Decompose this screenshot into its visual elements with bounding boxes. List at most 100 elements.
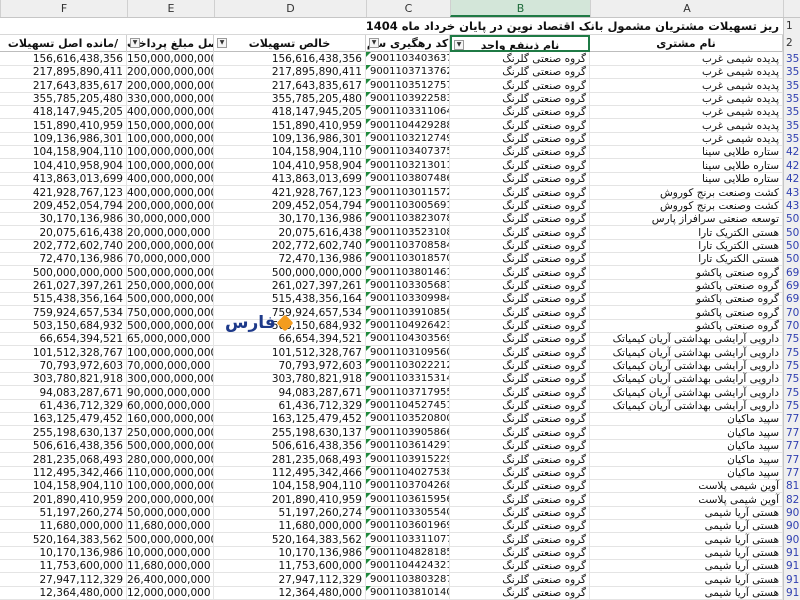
column-header-e[interactable]: E	[127, 0, 214, 17]
cell-beneficiary[interactable]: گروه صنعتی گلرنگ	[450, 346, 590, 360]
header-tracking-code[interactable]: کد رهگیری سم ▼	[366, 35, 450, 52]
row-number[interactable]: 1	[783, 18, 800, 35]
cell-beneficiary[interactable]: گروه صنعتی گلرنگ	[450, 359, 590, 373]
cell-principal-balance[interactable]: 27,947,112,329	[0, 573, 127, 587]
cell-tracking-code[interactable]: 9001103311064270	[366, 105, 450, 119]
row-number[interactable]: 910	[783, 573, 800, 587]
cell-principal-balance[interactable]: 209,452,054,794	[0, 199, 127, 213]
row-number[interactable]: 752	[783, 399, 800, 413]
sheet-title[interactable]: ریز تسهیلات مشتریان مشمول بانک اقتصاد نو…	[0, 18, 783, 35]
column-header-f[interactable]: F	[0, 0, 127, 17]
cell-paid-principal[interactable]: 150,000,000,000	[127, 52, 214, 66]
cell-customer-name[interactable]: آوین شیمی پلاست	[590, 493, 783, 507]
row-number[interactable]: 2	[783, 35, 800, 52]
cell-beneficiary[interactable]: گروه صنعتی گلرنگ	[450, 479, 590, 493]
cell-paid-principal[interactable]: 250,000,000,000	[127, 426, 214, 440]
header-customer-name[interactable]: نام مشتری	[590, 35, 783, 52]
cell-principal-balance[interactable]: 101,512,328,767	[0, 346, 127, 360]
cell-principal-balance[interactable]: 201,890,410,959	[0, 493, 127, 507]
cell-beneficiary[interactable]: گروه صنعتی گلرنگ	[450, 493, 590, 507]
cell-principal-balance[interactable]: 506,616,438,356	[0, 439, 127, 453]
cell-net-facilities[interactable]: 72,470,136,986	[214, 252, 366, 266]
cell-beneficiary[interactable]: گروه صنعتی گلرنگ	[450, 332, 590, 346]
cell-customer-name[interactable]: هستی آریا شیمی	[590, 533, 783, 547]
column-header-d[interactable]: D	[214, 0, 366, 17]
cell-principal-balance[interactable]: 163,125,479,452	[0, 412, 127, 426]
cell-paid-principal[interactable]: 400,000,000,000	[127, 172, 214, 186]
column-header-c[interactable]: C	[366, 0, 450, 17]
cell-principal-balance[interactable]: 217,895,890,411	[0, 65, 127, 79]
cell-paid-principal[interactable]: 110,000,000,000	[127, 466, 214, 480]
cell-customer-name[interactable]: سپید ماکیان	[590, 453, 783, 467]
cell-principal-balance[interactable]: 515,438,356,164	[0, 292, 127, 306]
cell-tracking-code[interactable]: 9001103717955210	[366, 386, 450, 400]
cell-net-facilities[interactable]: 109,136,986,301	[214, 132, 366, 146]
row-number[interactable]: 776	[783, 466, 800, 480]
cell-paid-principal[interactable]: 750,000,000,000	[127, 306, 214, 320]
cell-beneficiary[interactable]: گروه صنعتی گلرنگ	[450, 92, 590, 106]
cell-principal-balance[interactable]: 109,136,986,301	[0, 132, 127, 146]
cell-paid-principal[interactable]: 11,680,000,000	[127, 559, 214, 573]
cell-beneficiary[interactable]: گروه صنعتی گلرنگ	[450, 52, 590, 66]
cell-net-facilities[interactable]: 66,654,394,521	[214, 332, 366, 346]
cell-customer-name[interactable]: گروه صنعتی پاکشو	[590, 319, 783, 333]
cell-beneficiary[interactable]: گروه صنعتی گلرنگ	[450, 105, 590, 119]
cell-paid-principal[interactable]: 12,000,000,000	[127, 586, 214, 600]
cell-principal-balance[interactable]: 104,158,904,110	[0, 479, 127, 493]
cell-principal-balance[interactable]: 11,753,600,000	[0, 559, 127, 573]
column-header-b[interactable]: B	[450, 0, 590, 17]
cell-net-facilities[interactable]: 303,780,821,918	[214, 372, 366, 386]
cell-beneficiary[interactable]: گروه صنعتی گلرنگ	[450, 199, 590, 213]
cell-net-facilities[interactable]: 104,158,904,110	[214, 479, 366, 493]
cell-principal-balance[interactable]: 217,643,835,617	[0, 79, 127, 93]
row-number[interactable]: 697	[783, 279, 800, 293]
cell-principal-balance[interactable]: 151,890,410,959	[0, 119, 127, 133]
cell-customer-name[interactable]: دارویی آرایشی بهداشتی آریان کیمیاتک	[590, 399, 783, 413]
cell-tracking-code[interactable]: 9001103915229230	[366, 453, 450, 467]
cell-tracking-code[interactable]: 9001103704268990	[366, 479, 450, 493]
row-number[interactable]: 910	[783, 559, 800, 573]
cell-customer-name[interactable]: سپید ماکیان	[590, 426, 783, 440]
cell-beneficiary[interactable]: گروه صنعتی گلرنگ	[450, 386, 590, 400]
row-number[interactable]: 431	[783, 199, 800, 213]
cell-beneficiary[interactable]: گروه صنعتی گلرنگ	[450, 226, 590, 240]
cell-beneficiary[interactable]: گروه صنعتی گلرنگ	[450, 159, 590, 173]
cell-paid-principal[interactable]: 500,000,000,000	[127, 439, 214, 453]
cell-paid-principal[interactable]: 400,000,000,000	[127, 105, 214, 119]
column-header-a[interactable]: A	[590, 0, 783, 17]
row-number[interactable]: 505	[783, 239, 800, 253]
cell-beneficiary[interactable]: گروه صنعتی گلرنگ	[450, 426, 590, 440]
row-number[interactable]: 910	[783, 546, 800, 560]
cell-paid-principal[interactable]: 200,000,000,000	[127, 239, 214, 253]
cell-net-facilities[interactable]: 20,075,616,438	[214, 226, 366, 240]
row-number[interactable]: 907	[783, 533, 800, 547]
cell-tracking-code[interactable]: 9001103803287290	[366, 573, 450, 587]
cell-tracking-code[interactable]: 9001103022212520	[366, 359, 450, 373]
cell-net-facilities[interactable]: 104,158,904,110	[214, 145, 366, 159]
cell-net-facilities[interactable]: 201,890,410,959	[214, 493, 366, 507]
row-number[interactable]: 752	[783, 359, 800, 373]
cell-beneficiary[interactable]: گروه صنعتی گلرنگ	[450, 292, 590, 306]
cell-tracking-code[interactable]: 9001103305687740	[366, 279, 450, 293]
cell-customer-name[interactable]: هستی الکتریک تارا	[590, 252, 783, 266]
cell-principal-balance[interactable]: 10,170,136,986	[0, 546, 127, 560]
cell-net-facilities[interactable]: 151,890,410,959	[214, 119, 366, 133]
row-number[interactable]: 426	[783, 159, 800, 173]
row-number[interactable]: 505	[783, 252, 800, 266]
cell-tracking-code[interactable]: 9001104424321420	[366, 559, 450, 573]
row-number[interactable]: 752	[783, 346, 800, 360]
cell-customer-name[interactable]: هستی الکتریک تارا	[590, 226, 783, 240]
row-number[interactable]: 776	[783, 453, 800, 467]
cell-net-facilities[interactable]: 515,438,356,164	[214, 292, 366, 306]
row-number[interactable]: 358	[783, 92, 800, 106]
cell-net-facilities[interactable]: 520,164,383,562	[214, 533, 366, 547]
cell-customer-name[interactable]: سپید ماکیان	[590, 466, 783, 480]
cell-net-facilities[interactable]: 418,147,945,205	[214, 105, 366, 119]
cell-tracking-code[interactable]: 9001103615956770	[366, 493, 450, 507]
row-number[interactable]: 358	[783, 52, 800, 66]
cell-principal-balance[interactable]: 66,654,394,521	[0, 332, 127, 346]
cell-tracking-code[interactable]: 9001103315314170	[366, 372, 450, 386]
cell-customer-name[interactable]: کشت وصنعت برنج کوروش	[590, 199, 783, 213]
row-number[interactable]: 701	[783, 306, 800, 320]
cell-beneficiary[interactable]: گروه صنعتی گلرنگ	[450, 533, 590, 547]
